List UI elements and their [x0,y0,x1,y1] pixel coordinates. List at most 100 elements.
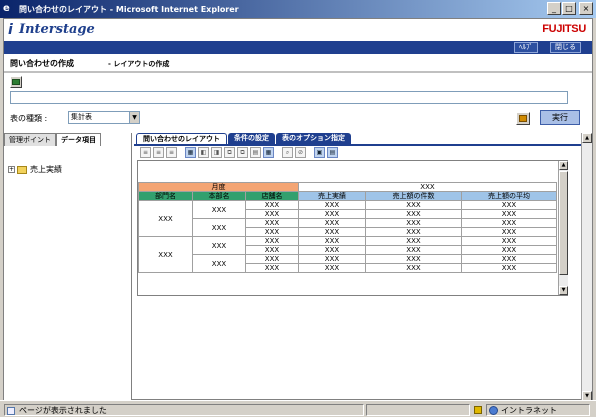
minimize-button[interactable]: _ [547,2,561,15]
table-cell[interactable]: XXX [461,227,557,237]
table-cell[interactable]: XXX [365,218,462,228]
table-cell[interactable]: XXX [245,227,299,237]
list-icon [12,79,20,85]
table-cell[interactable]: XXX [365,245,462,255]
table-cell[interactable]: XXX [245,245,299,255]
scroll-thumb[interactable] [559,171,568,275]
table-cell[interactable]: XXX [298,209,366,219]
table-cell[interactable]: XXX [245,209,299,219]
move-left-icon[interactable]: ◧ [198,146,209,158]
table-cell[interactable]: XXX [245,236,299,246]
hq-cell[interactable]: XXX [192,236,246,255]
table-cell[interactable]: XXX [245,218,299,228]
query-list-button[interactable] [10,76,22,88]
calc-icon[interactable]: ▤ [327,146,338,158]
scroll-up-icon[interactable]: ▲ [559,161,568,170]
tree-item-sales[interactable]: + 売上実績 [8,164,62,175]
chevron-down-icon[interactable]: ▼ [129,112,139,123]
col-header-store[interactable]: 店舗名 [245,191,299,201]
status-text: ページが表示されました [19,406,107,415]
grid-scrollbar[interactable]: ▲ ▼ [558,161,568,295]
col-header-avg[interactable]: 売上額の平均 [461,191,557,201]
filter-icon[interactable]: ⊘ [295,146,306,158]
hq-cell[interactable]: XXX [192,200,246,219]
window-titlebar: e 問い合わせのレイアウト - Microsoft Internet Explo… [0,0,596,18]
paste-icon[interactable]: ⧉ [237,146,248,158]
table-cell[interactable]: XXX [245,200,299,210]
table-cell[interactable]: XXX [365,254,462,264]
tab-table-options[interactable]: 表のオプション指定 [276,133,351,144]
table-cell[interactable]: XXX [298,245,366,255]
col-header-count[interactable]: 売上額の件数 [365,191,462,201]
table-icon[interactable]: ▦ [263,146,274,158]
table-cell[interactable]: XXX [461,209,557,219]
search-icon[interactable]: ⌕ [282,146,293,158]
table-cell[interactable]: XXX [245,263,299,273]
table-cell[interactable]: XXX [365,209,462,219]
preview-icon[interactable]: ▣ [314,146,325,158]
grid-icon[interactable]: ▦ [185,146,196,158]
table-cell[interactable]: XXX [461,263,557,273]
page-title: 問い合わせの作成 [10,59,74,68]
insert-col-icon[interactable]: ≡ [153,146,164,158]
table-cell[interactable]: XXX [298,263,366,273]
hq-cell[interactable]: XXX [192,218,246,237]
page-scrollbar[interactable]: ▲ ▼ [581,133,592,401]
help-button[interactable]: ﾍﾙﾌﾟ [514,42,538,53]
table-type-select[interactable]: 集計表 ▼ [68,111,140,124]
tab-data-items[interactable]: データ項目 [56,133,101,146]
layout-toolbar: ≡ ≡ ≡ ▦ ◧ ◨ ⧉ ⧉ ▤ ▦ ⌕ ⊘ ▣ ▤ [136,145,338,159]
run-button[interactable]: 実行 [540,110,580,125]
scroll-up-icon[interactable]: ▲ [582,133,592,143]
page-icon [7,407,15,415]
window-title: 問い合わせのレイアウト - Microsoft Internet Explore… [19,4,239,14]
insert-row-icon[interactable]: ≡ [140,146,151,158]
expand-icon[interactable]: + [8,166,15,173]
divider [4,71,592,73]
table-cell[interactable]: XXX [461,245,557,255]
delete-icon[interactable]: ▤ [250,146,261,158]
dept-cell[interactable]: XXX [138,200,193,237]
maximize-button[interactable]: □ [562,2,576,15]
table-cell[interactable]: XXX [461,218,557,228]
table-cell[interactable]: XXX [461,200,557,210]
group-xxx-header[interactable]: XXX [298,182,557,192]
tab-query-layout[interactable]: 問い合わせのレイアウト [136,133,227,144]
layout-table: 月度 XXX 部門名 本部名 店舗名 売上実績 売上額の件数 売上額の平均 XX… [138,182,557,273]
col-header-dept[interactable]: 部門名 [138,191,193,201]
tab-conditions[interactable]: 条件の設定 [228,133,275,144]
dept-cell[interactable]: XXX [138,236,193,273]
scroll-down-icon[interactable]: ▼ [559,286,568,295]
close-page-button[interactable]: 閉じる [550,42,581,53]
table-cell[interactable]: XXX [298,218,366,228]
col-header-hq[interactable]: 本部名 [192,191,246,201]
col-header-sales[interactable]: 売上実績 [298,191,366,201]
hq-cell[interactable]: XXX [192,254,246,273]
table-cell[interactable]: XXX [298,236,366,246]
save-button[interactable] [516,112,530,125]
query-name-field[interactable] [10,91,568,104]
tab-management-points[interactable]: 管理ポイント [4,133,56,146]
table-cell[interactable]: XXX [245,254,299,264]
table-cell[interactable]: XXX [298,227,366,237]
status-message: ページが表示されました [4,404,364,416]
brand-header: i Interstage FUJITSU [4,19,592,41]
lock-icon [474,406,482,414]
left-tabs: 管理ポイント データ項目 [4,133,132,146]
status-cells [366,404,470,416]
table-cell[interactable]: XXX [365,200,462,210]
move-right-icon[interactable]: ◨ [211,146,222,158]
table-cell[interactable]: XXX [298,200,366,210]
page-subtitle: - レイアウトの作成 [108,60,170,68]
table-cell[interactable]: XXX [365,263,462,273]
copy-icon[interactable]: ⧉ [224,146,235,158]
folder-icon [17,165,27,174]
close-window-button[interactable]: × [579,2,593,15]
table-cell[interactable]: XXX [365,236,462,246]
table-cell[interactable]: XXX [461,236,557,246]
group-month-header[interactable]: 月度 [138,182,299,192]
table-cell[interactable]: XXX [365,227,462,237]
delete-row-icon[interactable]: ≡ [166,146,177,158]
table-cell[interactable]: XXX [298,254,366,264]
table-cell[interactable]: XXX [461,254,557,264]
